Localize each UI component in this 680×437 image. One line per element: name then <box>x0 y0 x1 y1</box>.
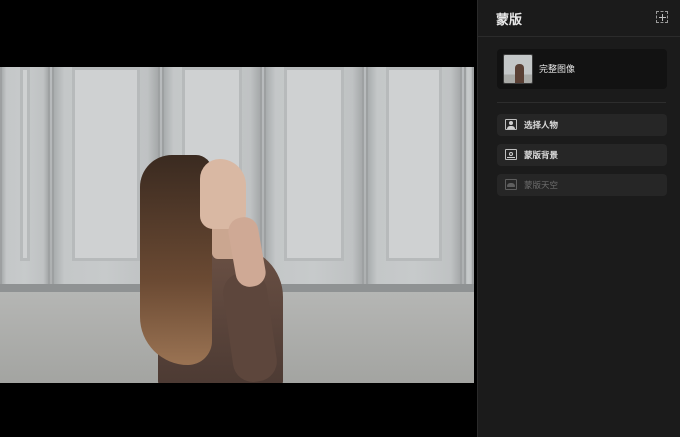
wall-panel <box>0 67 50 289</box>
background-icon <box>505 149 517 160</box>
masks-panel-header: 蒙版 <box>478 0 680 37</box>
mask-sky-button[interactable]: 蒙版天空 <box>497 174 667 196</box>
masks-panel-title: 蒙版 <box>496 13 523 28</box>
divider <box>497 102 666 103</box>
masks-panel: 蒙版 完整图像 选择人物 蒙版背景 蒙版天空 <box>477 0 680 437</box>
select-person-label: 选择人物 <box>524 121 559 131</box>
edited-photo[interactable] <box>0 67 474 383</box>
full-image-thumbnail <box>503 54 533 84</box>
full-image-label: 完整图像 <box>539 65 576 75</box>
wall-panel <box>264 67 364 289</box>
wall-panel <box>464 67 474 289</box>
mask-background-label: 蒙版背景 <box>524 151 559 161</box>
full-image-mask-card[interactable]: 完整图像 <box>497 49 667 89</box>
select-person-button[interactable]: 选择人物 <box>497 114 667 136</box>
add-mask-icon[interactable] <box>656 11 668 23</box>
sky-icon <box>505 179 517 190</box>
wall-panel <box>366 67 462 289</box>
mask-background-button[interactable]: 蒙版背景 <box>497 144 667 166</box>
editor-canvas[interactable] <box>0 0 477 437</box>
person-icon <box>505 119 517 130</box>
mask-sky-label: 蒙版天空 <box>524 181 559 191</box>
